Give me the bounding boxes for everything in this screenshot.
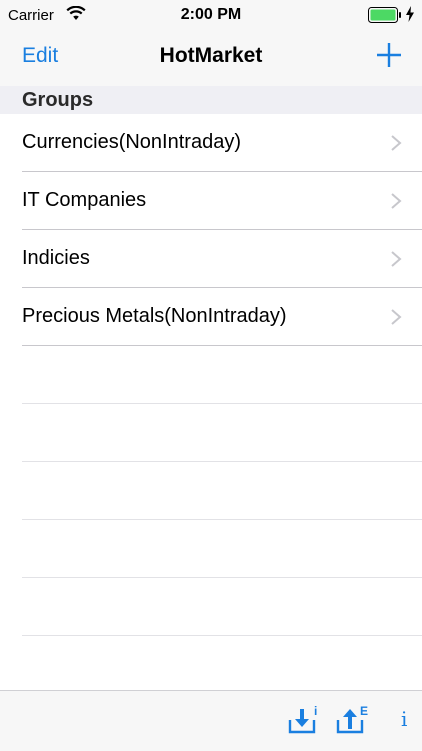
chevron-right-icon (390, 250, 402, 273)
status-time: 2:00 PM (180, 6, 242, 23)
add-group-button[interactable] (376, 42, 402, 68)
chevron-right-icon (390, 134, 402, 157)
empty-row (0, 346, 422, 404)
upload-export-icon: E (336, 704, 368, 734)
list-item[interactable]: Currencies(NonIntraday) (0, 114, 422, 172)
list-item[interactable]: Indicies (0, 230, 422, 288)
info-button[interactable]: i (401, 707, 407, 731)
groups-list: Currencies(NonIntraday) IT Companies Ind… (0, 114, 422, 694)
navigation-bar: Edit HotMarket (0, 30, 422, 86)
empty-row (0, 404, 422, 462)
list-item-label: IT Companies (22, 189, 147, 211)
plus-icon (377, 43, 401, 67)
chevron-right-icon (390, 308, 402, 331)
list-item-label: Precious Metals(NonIntraday) (22, 305, 287, 327)
import-badge-text: i (314, 705, 317, 718)
import-button[interactable]: i (288, 704, 320, 740)
export-button[interactable]: E (336, 704, 370, 740)
battery-icon (368, 7, 402, 28)
status-bar: Carrier 2:00 PM (0, 0, 422, 30)
export-badge-text: E (360, 705, 368, 718)
charging-bolt-icon (405, 6, 415, 25)
section-header-groups: Groups (0, 86, 422, 114)
list-item[interactable]: Precious Metals(NonIntraday) (0, 288, 422, 346)
chevron-right-icon (390, 192, 402, 215)
empty-row (0, 636, 422, 694)
list-item-label: Currencies(NonIntraday) (22, 131, 241, 153)
empty-row (0, 520, 422, 578)
list-item-label: Indicies (22, 247, 90, 269)
bottom-toolbar: i E i (0, 690, 422, 751)
empty-row (0, 462, 422, 520)
download-import-icon: i (288, 704, 317, 734)
list-item[interactable]: IT Companies (0, 172, 422, 230)
page-title: HotMarket (159, 44, 263, 67)
empty-row (0, 578, 422, 636)
section-header-label: Groups (22, 89, 94, 111)
